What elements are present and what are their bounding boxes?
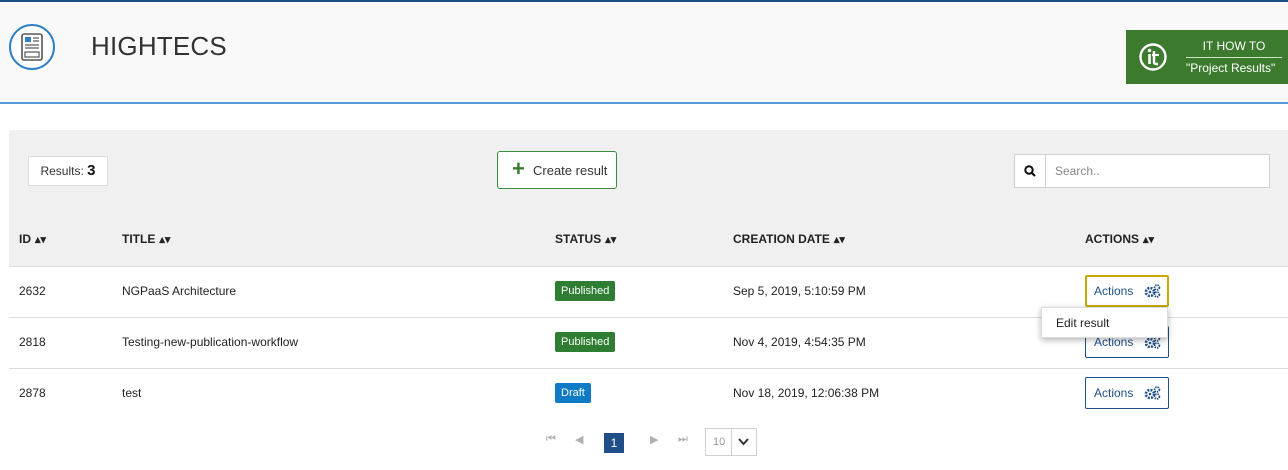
cell-id: 2878: [19, 386, 46, 400]
sort-icon: ▴▾: [605, 234, 617, 246]
actions-menu-edit-result[interactable]: Edit result: [1041, 307, 1168, 338]
edit-result-label: Edit result: [1056, 316, 1110, 330]
next-page-icon[interactable]: ▶: [650, 433, 658, 446]
gears-icon: [1144, 386, 1161, 400]
table-header: ID ▴▾ TITLE ▴▾ STATUS ▴▾ CREATION DATE ▴▾ AC…: [9, 210, 1288, 267]
document-icon: [21, 33, 43, 61]
sort-icon: ▴▾: [1143, 234, 1155, 246]
pagination: ⏮ ◀ 1 ▶ ⏭ 10: [9, 418, 1288, 470]
actions-label: Actions: [1094, 284, 1134, 298]
gears-icon: [1144, 284, 1161, 298]
actions-button[interactable]: Actions: [1085, 377, 1169, 409]
column-header-actions[interactable]: ACTIONS ▴▾: [1085, 232, 1154, 246]
it-logo-icon: [1139, 43, 1167, 71]
search-box: [1014, 154, 1270, 188]
page-title: HIGHTECS: [91, 31, 227, 61]
sort-icon: ▴▾: [35, 234, 47, 246]
app-logo: [9, 24, 55, 70]
page-button-current[interactable]: 1: [604, 433, 624, 453]
cell-title: test: [122, 386, 142, 400]
howto-subtitle: "Project Results": [1186, 61, 1276, 75]
column-header-creation-date[interactable]: CREATION DATE ▴▾: [733, 232, 845, 246]
column-label: STATUS: [555, 232, 602, 246]
actions-label: Actions: [1094, 386, 1134, 400]
cell-creation-date: Nov 18, 2019, 12:06:38 PM: [733, 386, 880, 400]
howto-divider: [1186, 57, 1282, 58]
results-label: Results:: [40, 164, 84, 178]
column-header-title[interactable]: TITLE ▴▾: [122, 232, 170, 246]
sort-icon: ▴▾: [833, 234, 845, 246]
column-header-status[interactable]: STATUS ▴▾: [555, 232, 616, 246]
cell-title: Testing-new-publication-workflow: [122, 335, 299, 349]
column-label: CREATION DATE: [733, 232, 830, 246]
page-size-divider: [731, 429, 732, 455]
table-row: 2878 test Draft Nov 18, 2019, 12:06:38 P…: [9, 369, 1288, 420]
create-result-button[interactable]: + Create result: [497, 151, 617, 189]
first-page-icon[interactable]: ⏮: [546, 433, 556, 446]
status-badge: Published: [555, 281, 616, 301]
page-size-select[interactable]: 10: [705, 428, 757, 456]
results-count: 3: [87, 162, 96, 179]
prev-page-icon[interactable]: ◀: [575, 433, 583, 446]
last-page-icon[interactable]: ⏭: [678, 433, 688, 446]
search-input[interactable]: [1046, 155, 1268, 187]
results-panel: Results: 3 + Create result ID▴▾ TITLE▴▾ …: [9, 130, 1288, 470]
it-how-to-button[interactable]: IT HOW TO "Project Results": [1126, 30, 1288, 84]
cell-id: 2818: [19, 335, 46, 349]
actions-button[interactable]: Actions: [1085, 275, 1169, 307]
results-count-badge: Results: 3: [28, 156, 108, 186]
status-badge: Published: [555, 332, 616, 352]
cell-creation-date: Sep 5, 2019, 5:10:59 PM: [733, 284, 866, 298]
header-divider: [0, 102, 1288, 104]
status-badge: Draft: [555, 383, 591, 403]
column-label: ID: [19, 232, 31, 246]
toolbar: Results: 3 + Create result: [9, 130, 1288, 210]
cell-id: 2632: [19, 284, 46, 298]
create-result-label: Create result: [533, 163, 608, 178]
plus-icon: +: [512, 156, 525, 181]
column-header-id[interactable]: ID ▴▾: [19, 232, 46, 246]
sort-icon: ▴▾: [159, 234, 171, 246]
chevron-down-icon: [738, 438, 749, 446]
column-label: TITLE: [122, 232, 156, 246]
page-size-value: 10: [713, 436, 726, 448]
cell-title: NGPaaS Architecture: [122, 284, 237, 298]
howto-title: IT HOW TO: [1202, 39, 1266, 53]
search-icon[interactable]: [1015, 155, 1046, 187]
cell-creation-date: Nov 4, 2019, 4:54:35 PM: [733, 335, 866, 349]
column-label: ACTIONS: [1085, 232, 1139, 246]
page-header: HIGHTECS IT HOW TO "Project Results": [0, 2, 1288, 102]
